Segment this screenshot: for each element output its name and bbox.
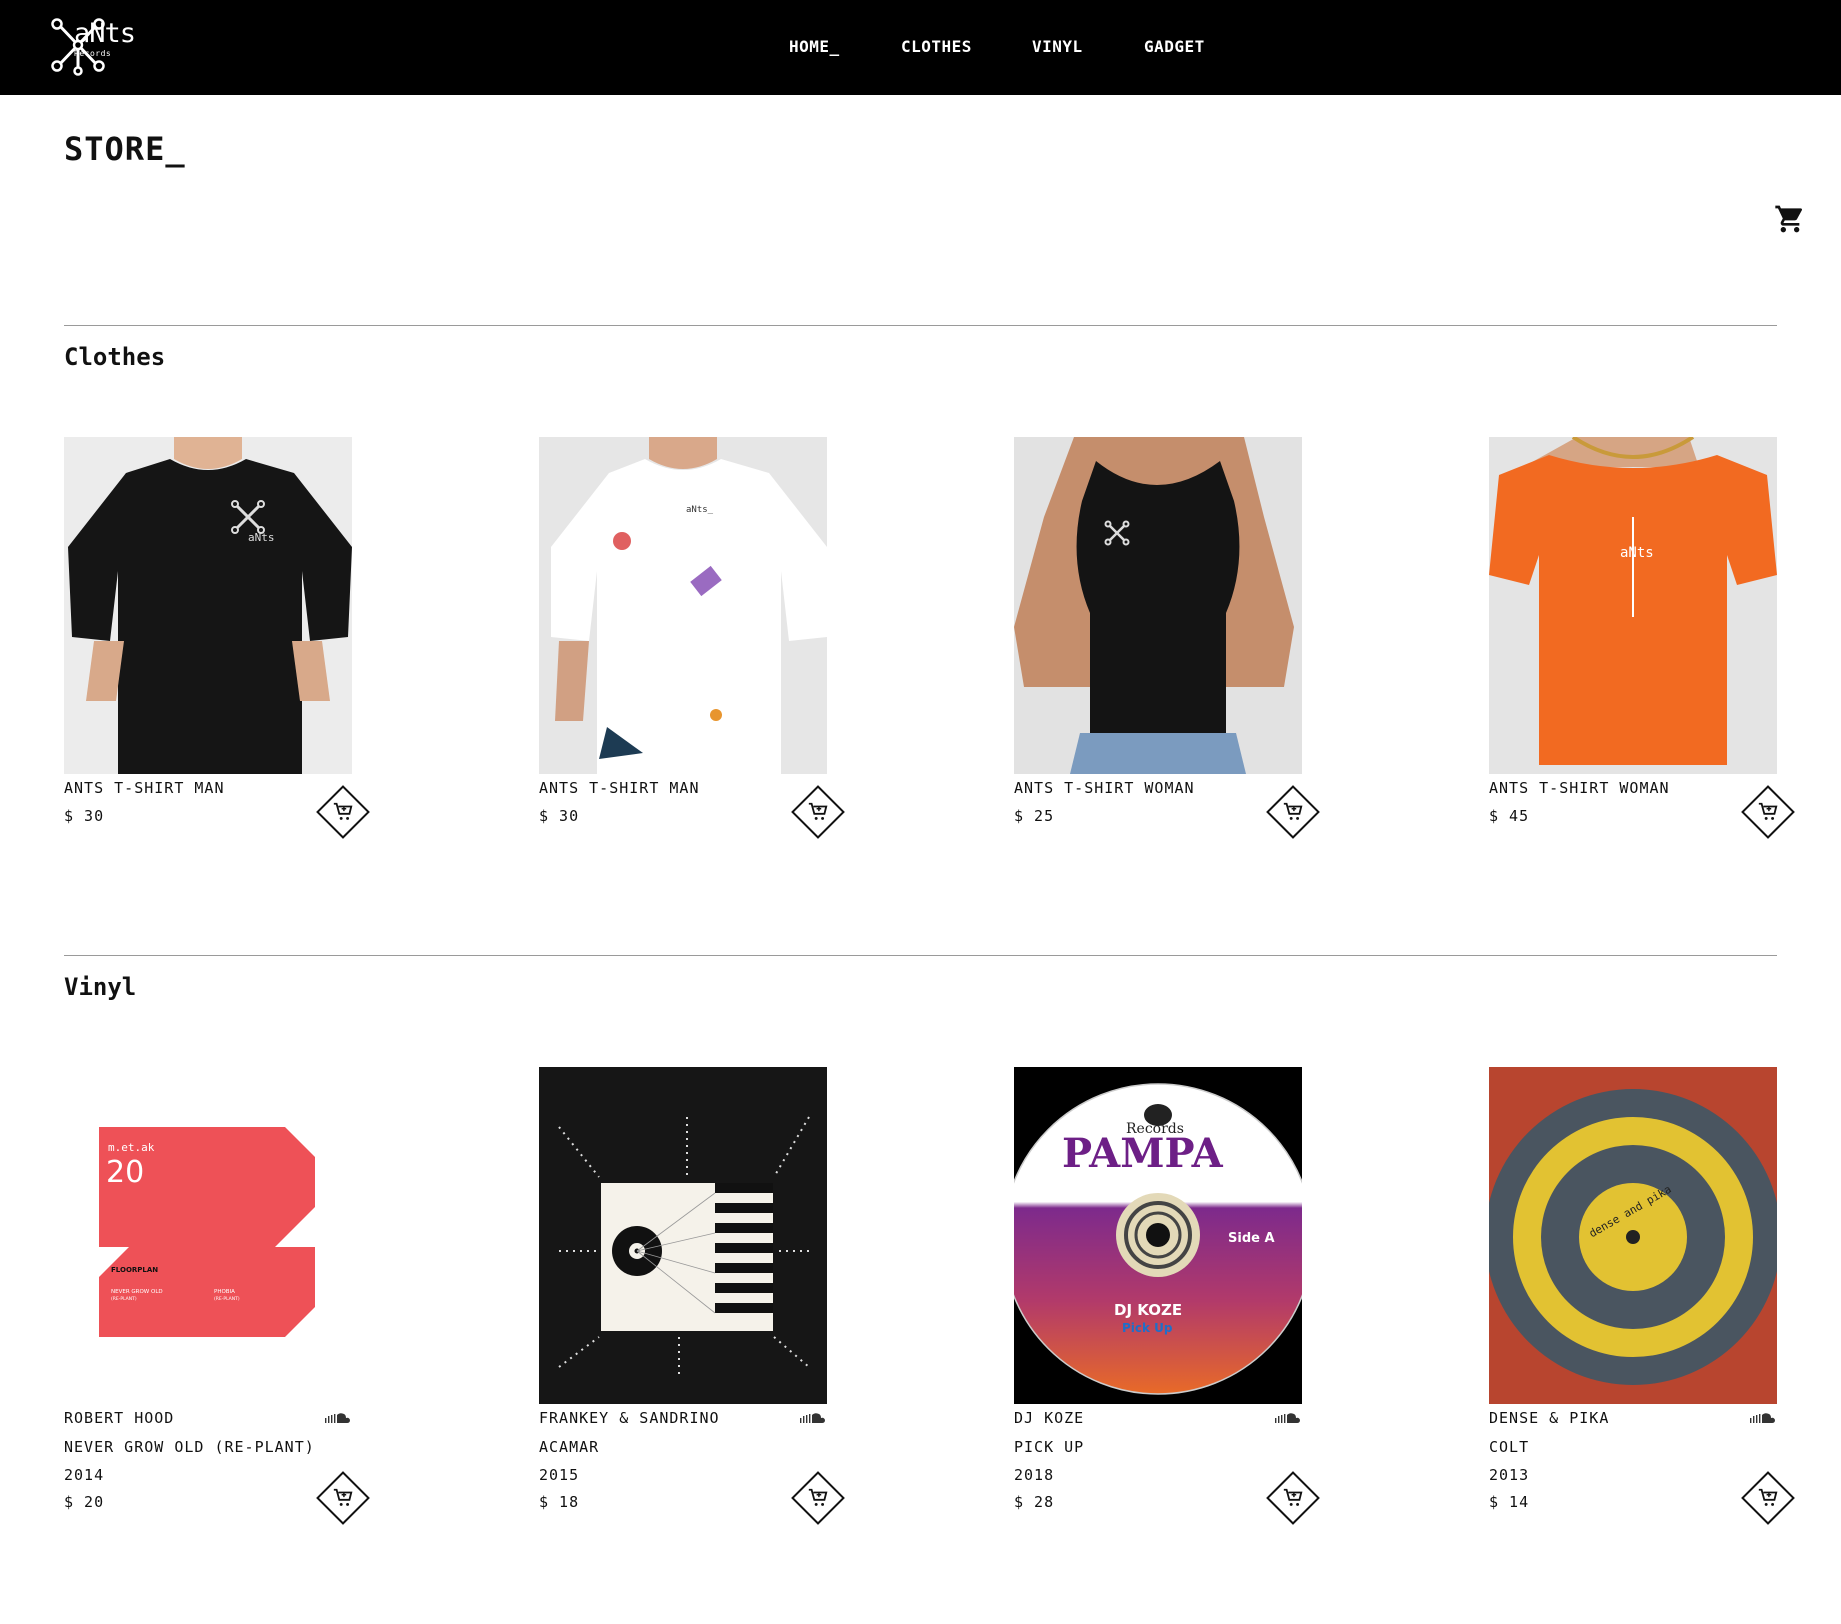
- add-to-cart-button[interactable]: [791, 785, 845, 839]
- product-name: ANTS T-SHIRT WOMAN: [1489, 779, 1670, 797]
- add-to-cart-icon: [1758, 1488, 1778, 1506]
- product-price: $ 25: [1014, 807, 1055, 825]
- add-to-cart-button[interactable]: [1266, 1471, 1320, 1525]
- product-image-white-tshirt[interactable]: aNts_: [539, 437, 827, 774]
- vinyl-year: 2014: [64, 1466, 105, 1484]
- add-to-cart-icon: [333, 1488, 353, 1506]
- shopping-cart-icon[interactable]: [1774, 203, 1806, 235]
- add-to-cart-icon: [808, 1488, 828, 1506]
- add-to-cart-icon: [333, 802, 353, 820]
- product-image-orange-tshirt[interactable]: aNts: [1489, 437, 1777, 774]
- product-price: $ 20: [64, 1493, 105, 1511]
- product-name: ANTS T-SHIRT MAN: [64, 779, 225, 797]
- vinyl-artist: ROBERT HOOD: [64, 1409, 175, 1427]
- svg-text:Pick Up: Pick Up: [1122, 1321, 1173, 1335]
- nav-home[interactable]: HOME_: [789, 37, 840, 56]
- svg-text:m.et.ak: m.et.ak: [108, 1141, 155, 1154]
- add-to-cart-button[interactable]: [1266, 785, 1320, 839]
- add-to-cart-button[interactable]: [1741, 1471, 1795, 1525]
- add-to-cart-icon: [1283, 802, 1303, 820]
- vinyl-artist: FRANKEY & SANDRINO: [539, 1409, 720, 1427]
- top-navbar: aNts Records HOME_ CLOTHES VINYL GADGET: [0, 0, 1841, 95]
- product-price: $ 30: [64, 807, 105, 825]
- soundcloud-icon[interactable]: [324, 1412, 352, 1424]
- svg-text:NEVER GROW OLD: NEVER GROW OLD: [111, 1289, 163, 1295]
- section-divider: [64, 325, 1777, 326]
- section-title-vinyl: Vinyl: [64, 973, 137, 1001]
- section-divider: [64, 955, 1777, 956]
- vinyl-year: 2018: [1014, 1466, 1055, 1484]
- add-to-cart-button[interactable]: [791, 1471, 845, 1525]
- svg-text:PHOBIA: PHOBIA: [214, 1289, 235, 1295]
- product-image-never-grow-old-cover[interactable]: m.et.ak 20 FLOORPLAN NEVER GROW OLD (RE-…: [64, 1067, 352, 1404]
- soundcloud-icon[interactable]: [1274, 1412, 1302, 1424]
- product-image-black-tshirt[interactable]: aNts: [64, 437, 352, 774]
- product-name: ANTS T-SHIRT WOMAN: [1014, 779, 1195, 797]
- brand-sub: Records: [74, 49, 112, 58]
- cover-number: 20: [106, 1155, 144, 1190]
- nav-gadget[interactable]: GADGET: [1144, 37, 1205, 56]
- vinyl-year: 2013: [1489, 1466, 1530, 1484]
- product-name: ANTS T-SHIRT MAN: [539, 779, 700, 797]
- product-image-acamar-cover[interactable]: [539, 1067, 827, 1404]
- svg-text:aNts: aNts: [1620, 545, 1654, 561]
- product-price: $ 14: [1489, 1493, 1530, 1511]
- product-price: $ 18: [539, 1493, 580, 1511]
- product-price: $ 45: [1489, 807, 1530, 825]
- add-to-cart-icon: [1758, 802, 1778, 820]
- product-price: $ 30: [539, 807, 580, 825]
- svg-text:(RE-PLANT): (RE-PLANT): [111, 1296, 137, 1302]
- add-to-cart-icon: [808, 802, 828, 820]
- brand-name: aNts: [74, 18, 136, 49]
- svg-text:PAMPA: PAMPA: [1062, 1130, 1224, 1177]
- vinyl-artist: DJ KOZE: [1014, 1409, 1085, 1427]
- add-to-cart-button[interactable]: [316, 785, 370, 839]
- nav-vinyl[interactable]: VINYL: [1032, 37, 1083, 56]
- svg-text:aNts: aNts: [248, 531, 275, 544]
- product-image-black-tank-top[interactable]: [1014, 437, 1302, 774]
- page-title: STORE_: [64, 130, 186, 168]
- product-image-colt-cover[interactable]: dense and pika: [1489, 1067, 1777, 1404]
- section-title-clothes: Clothes: [64, 343, 166, 371]
- product-price: $ 28: [1014, 1493, 1055, 1511]
- soundcloud-icon[interactable]: [799, 1412, 827, 1424]
- vinyl-title: COLT: [1489, 1438, 1530, 1456]
- add-to-cart-button[interactable]: [1741, 785, 1795, 839]
- svg-text:(RE-PLANT): (RE-PLANT): [214, 1296, 240, 1302]
- vinyl-title: PICK UP: [1014, 1438, 1085, 1456]
- vinyl-title: ACAMAR: [539, 1438, 600, 1456]
- add-to-cart-icon: [1283, 1488, 1303, 1506]
- add-to-cart-button[interactable]: [316, 1471, 370, 1525]
- svg-text:aNts_: aNts_: [686, 505, 714, 515]
- svg-text:Side A: Side A: [1228, 1231, 1275, 1246]
- soundcloud-icon[interactable]: [1749, 1412, 1777, 1424]
- vinyl-artist: DENSE & PIKA: [1489, 1409, 1610, 1427]
- vinyl-year: 2015: [539, 1466, 580, 1484]
- product-image-pick-up-cover[interactable]: Records PAMPA Side A DJ KOZE Pick Up: [1014, 1067, 1302, 1404]
- svg-text:FLOORPLAN: FLOORPLAN: [111, 1266, 158, 1274]
- nav-clothes[interactable]: CLOTHES: [901, 37, 972, 56]
- vinyl-title: NEVER GROW OLD (RE-PLANT): [64, 1438, 315, 1456]
- svg-text:DJ KOZE: DJ KOZE: [1114, 1301, 1182, 1319]
